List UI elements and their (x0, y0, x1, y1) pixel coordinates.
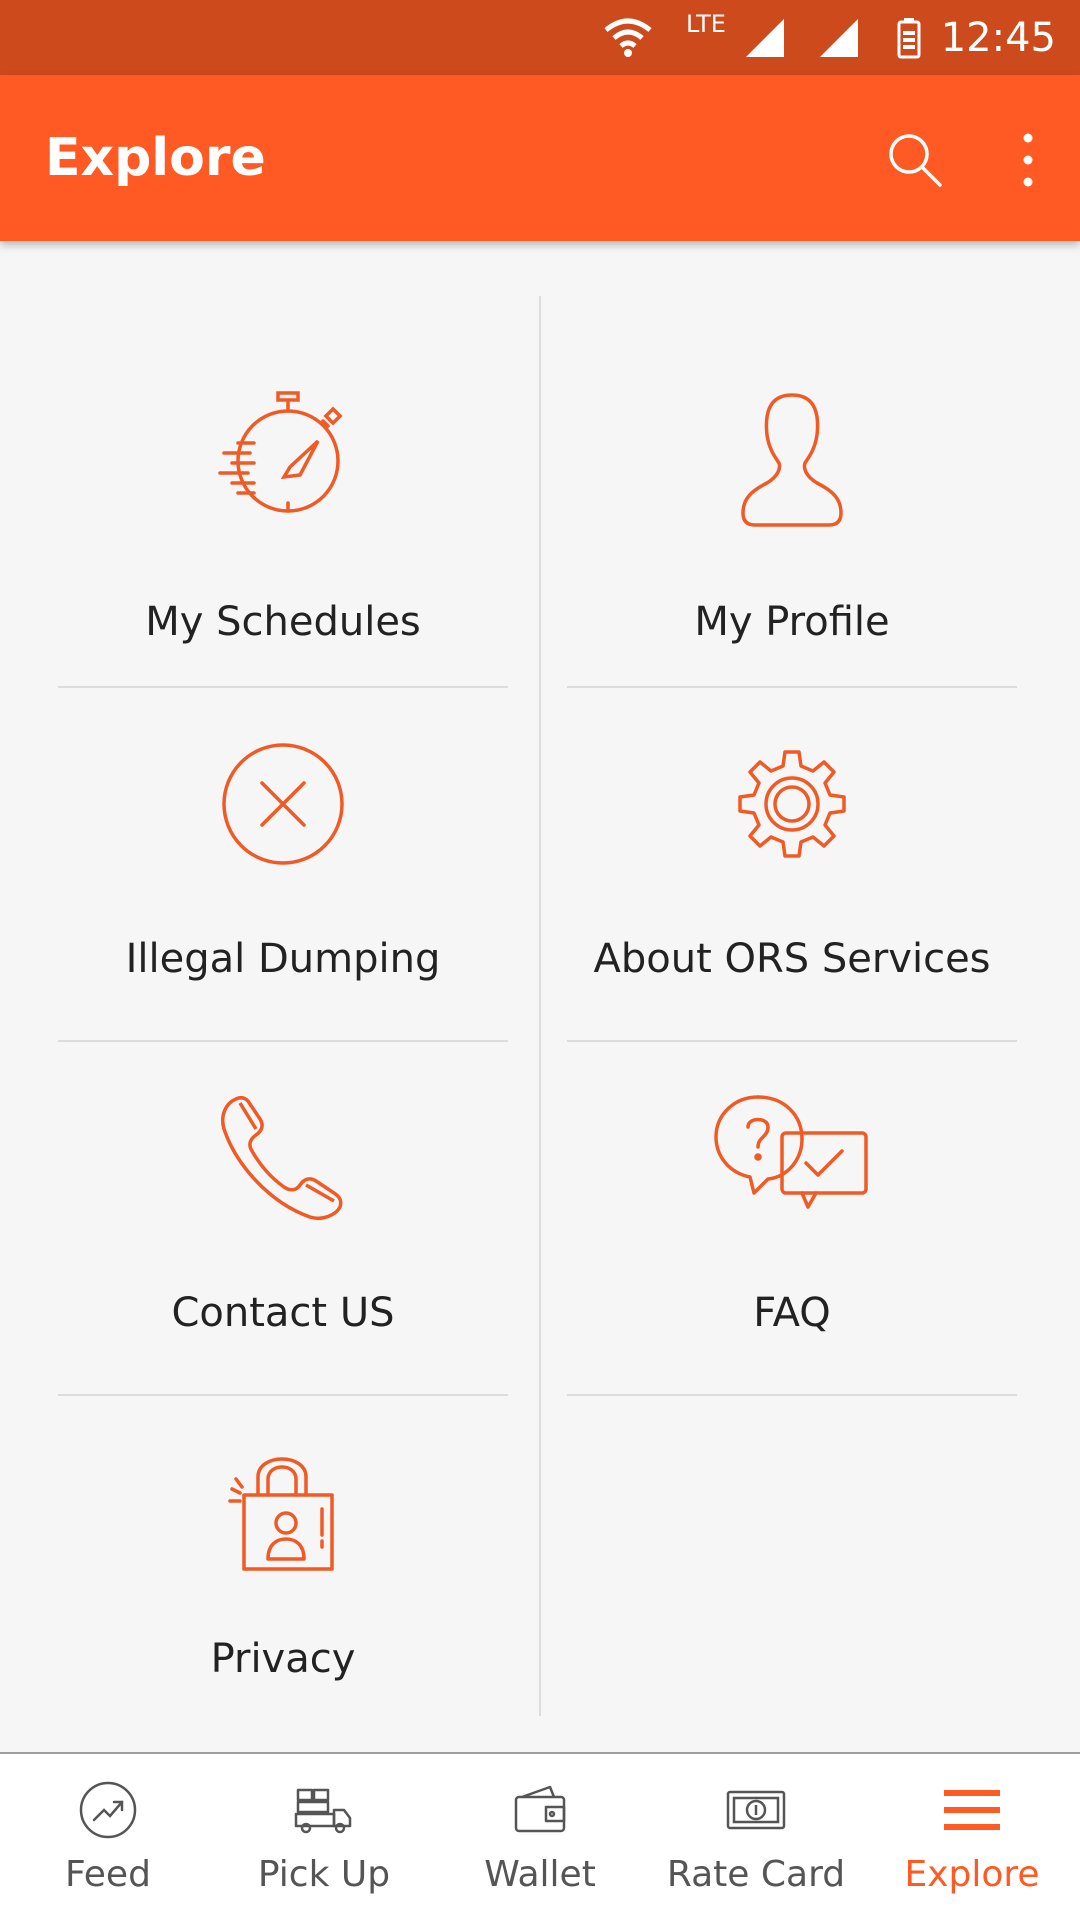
trend-icon (0, 1780, 216, 1840)
user-icon (567, 391, 1017, 531)
network-type: LTE (686, 9, 726, 38)
battery-icon (897, 0, 921, 75)
tile-my-schedules[interactable]: My Schedules (58, 241, 508, 688)
lock-user-icon (58, 1440, 508, 1580)
truck-icon (216, 1780, 432, 1840)
menu-icon (864, 1780, 1080, 1840)
tile-label: My Schedules (145, 599, 421, 645)
nav-pick-up[interactable]: Pick Up (216, 1754, 432, 1922)
tile-label: Illegal Dumping (125, 936, 441, 982)
status-bar: LTE 12:45 (0, 0, 1080, 75)
tile-contact-us[interactable]: Contact US (58, 1042, 508, 1396)
divider (567, 1394, 1017, 1396)
nav-label: Wallet (484, 1854, 596, 1895)
search-button[interactable] (870, 115, 960, 205)
tile-faq[interactable]: FAQ (567, 1042, 1017, 1396)
nav-wallet[interactable]: Wallet (432, 1754, 648, 1922)
tile-label: About ORS Services (593, 936, 991, 982)
bottom-nav: Feed Pick Up Wallet Rate Card Explore (0, 1752, 1080, 1922)
tile-label: FAQ (753, 1290, 831, 1336)
search-icon (889, 134, 942, 187)
tile-illegal-dumping[interactable]: Illegal Dumping (58, 688, 508, 1042)
more-vert-icon (1023, 133, 1033, 187)
faq-chat-icon (567, 1088, 1017, 1228)
banknote-icon (648, 1780, 864, 1840)
gear-icon (567, 734, 1017, 874)
page-title: Explore (45, 128, 266, 188)
overflow-menu-button[interactable] (983, 115, 1073, 205)
nav-explore[interactable]: Explore (864, 1754, 1080, 1922)
tile-label: Contact US (171, 1290, 395, 1336)
app-bar: Explore (0, 75, 1080, 241)
wifi-icon (602, 0, 654, 75)
signal-icon (818, 0, 860, 75)
nav-feed[interactable]: Feed (0, 1754, 216, 1922)
tile-privacy[interactable]: Privacy (58, 1396, 508, 1726)
nav-label: Explore (904, 1854, 1040, 1895)
nav-rate-card[interactable]: Rate Card (648, 1754, 864, 1922)
tile-label: My Profile (694, 599, 890, 645)
phone-icon (58, 1088, 508, 1228)
stopwatch-icon (58, 391, 508, 531)
status-time: 12:45 (940, 14, 1056, 61)
close-circle-icon (58, 734, 508, 874)
explore-grid: My Schedules My Profile Illegal Dumping (0, 241, 1080, 1751)
nav-label: Rate Card (666, 1854, 846, 1895)
signal-icon (744, 0, 786, 75)
tile-my-profile[interactable]: My Profile (567, 241, 1017, 688)
nav-label: Feed (65, 1854, 151, 1895)
wallet-icon (432, 1780, 648, 1840)
nav-label: Pick Up (257, 1854, 391, 1895)
tile-about-services[interactable]: About ORS Services (567, 688, 1017, 1042)
column-divider (539, 296, 541, 1716)
tile-label: Privacy (210, 1636, 356, 1682)
